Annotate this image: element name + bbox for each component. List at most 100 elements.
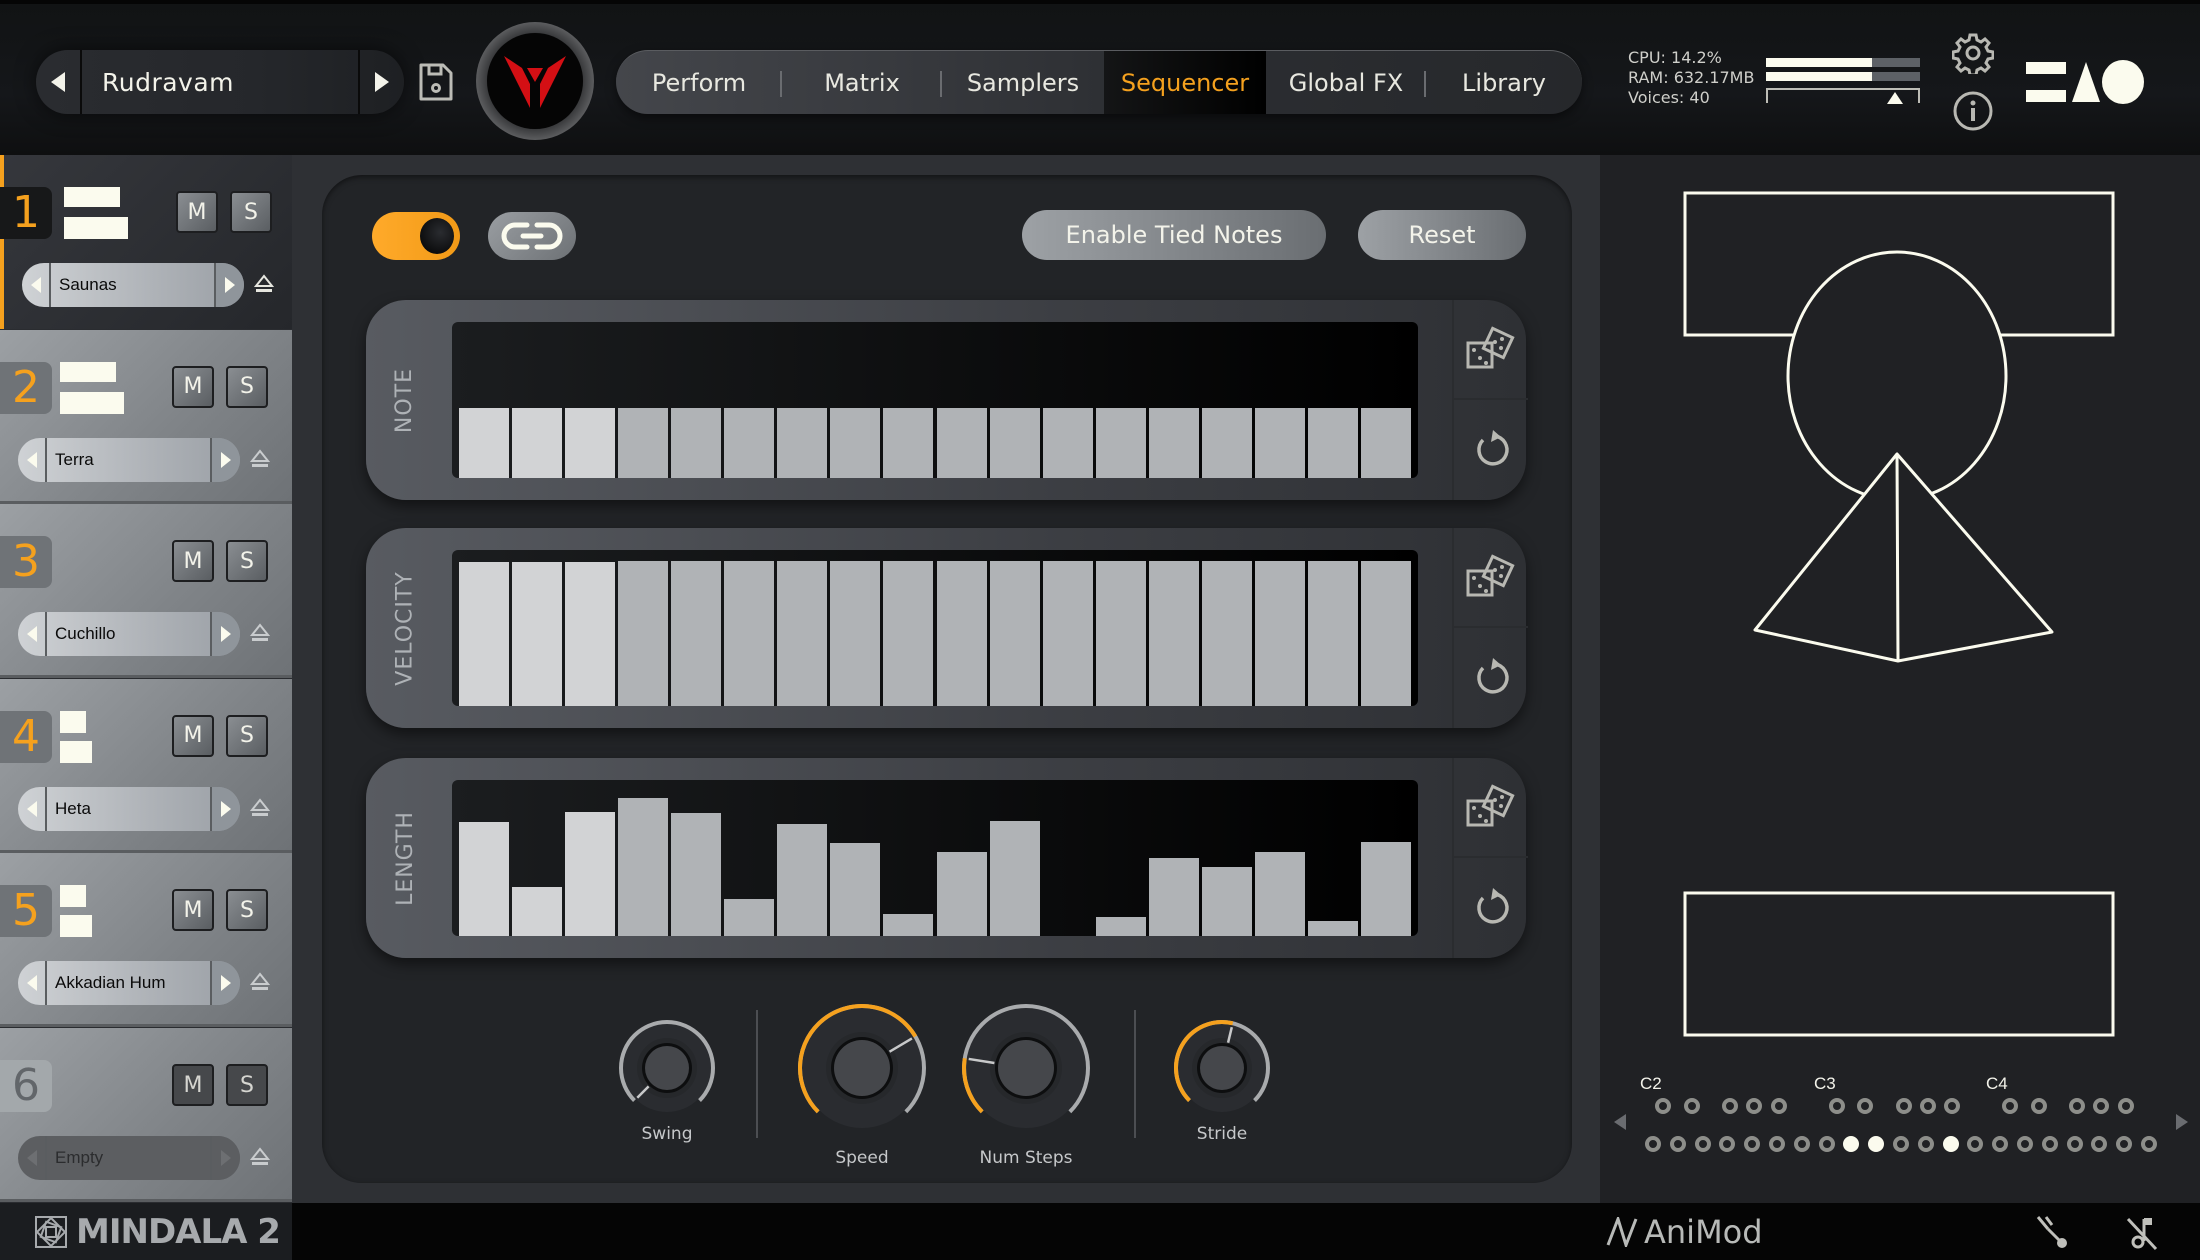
step-grid[interactable] bbox=[452, 780, 1418, 936]
step-bar[interactable] bbox=[618, 407, 669, 478]
reset-button[interactable]: Reset bbox=[1358, 210, 1526, 260]
step-bar[interactable] bbox=[1095, 916, 1146, 936]
step-bar[interactable] bbox=[512, 407, 563, 478]
tab-global-fx[interactable]: Global FX bbox=[1266, 51, 1426, 114]
step-bar[interactable] bbox=[777, 560, 828, 706]
eject-button[interactable] bbox=[249, 797, 271, 819]
white-key[interactable] bbox=[1694, 1136, 1711, 1152]
step-bar[interactable] bbox=[777, 823, 828, 936]
preset-prev-button[interactable] bbox=[36, 50, 82, 114]
solo-button[interactable]: S bbox=[226, 714, 268, 757]
step-bar[interactable] bbox=[936, 852, 987, 936]
mute-button[interactable]: M bbox=[172, 889, 214, 932]
step-bar[interactable] bbox=[1360, 841, 1411, 936]
step-bar[interactable] bbox=[459, 562, 510, 706]
mute-button[interactable]: M bbox=[172, 1064, 214, 1106]
white-key[interactable] bbox=[1645, 1136, 1661, 1152]
randomize-button[interactable] bbox=[1454, 300, 1528, 400]
sample-prev-button[interactable] bbox=[18, 786, 47, 831]
sample-prev-button[interactable] bbox=[22, 263, 51, 307]
preset-name[interactable]: Rudravam bbox=[82, 68, 358, 97]
step-grid[interactable] bbox=[452, 550, 1418, 706]
eject-button[interactable] bbox=[249, 971, 271, 993]
track-row-5[interactable]: 5 M S Akkadian Hum bbox=[0, 853, 292, 1028]
track-row-4[interactable]: 4 M S Heta bbox=[0, 678, 292, 853]
step-bar[interactable] bbox=[565, 562, 616, 706]
randomize-button[interactable] bbox=[1454, 758, 1528, 858]
step-bar[interactable] bbox=[1148, 407, 1199, 478]
step-bar[interactable] bbox=[1307, 407, 1358, 478]
white-key[interactable] bbox=[1942, 1136, 1959, 1152]
keyboard-octave-up-button[interactable] bbox=[2176, 1114, 2188, 1130]
step-bar[interactable] bbox=[1254, 560, 1305, 706]
solo-button[interactable]: S bbox=[226, 889, 268, 932]
tab-samplers[interactable]: Samplers bbox=[942, 51, 1104, 114]
step-grid[interactable] bbox=[452, 322, 1418, 478]
sample-next-button[interactable] bbox=[210, 961, 240, 1006]
black-key[interactable] bbox=[1828, 1098, 1845, 1114]
sample-next-button[interactable] bbox=[214, 263, 244, 307]
white-key[interactable] bbox=[2141, 1136, 2157, 1152]
mute-button[interactable]: M bbox=[176, 191, 218, 233]
link-button[interactable] bbox=[488, 212, 576, 260]
track-row-3[interactable]: 3 M S Cuchillo bbox=[0, 504, 292, 679]
note-off-button[interactable] bbox=[2124, 1215, 2160, 1251]
sample-name[interactable]: Terra bbox=[47, 450, 210, 470]
white-key[interactable] bbox=[2066, 1136, 2083, 1152]
step-bar[interactable] bbox=[936, 560, 987, 706]
step-bar[interactable] bbox=[671, 560, 722, 706]
step-bar[interactable] bbox=[1307, 560, 1358, 706]
track-row-2[interactable]: 2 M S Terra bbox=[0, 329, 292, 504]
step-bar[interactable] bbox=[618, 560, 669, 706]
solo-button[interactable]: S bbox=[226, 365, 268, 408]
step-bar[interactable] bbox=[1254, 407, 1305, 478]
sample-prev-button[interactable] bbox=[18, 612, 47, 657]
step-bar[interactable] bbox=[989, 407, 1040, 478]
mute-button[interactable]: M bbox=[172, 365, 214, 408]
tab-library[interactable]: Library bbox=[1426, 51, 1582, 114]
white-key[interactable] bbox=[1818, 1136, 1835, 1152]
step-bar[interactable] bbox=[777, 407, 828, 478]
tuning-button[interactable] bbox=[2034, 1215, 2070, 1251]
settings-button[interactable] bbox=[1951, 32, 1995, 77]
sample-next-button[interactable] bbox=[210, 437, 240, 482]
knob-speed[interactable]: Speed bbox=[790, 996, 934, 1180]
knob-swing[interactable]: Swing bbox=[611, 1012, 723, 1164]
knob-num-steps[interactable]: Num Steps bbox=[954, 996, 1098, 1180]
step-bar[interactable] bbox=[724, 407, 775, 478]
keyboard-octave-down-button[interactable] bbox=[1614, 1114, 1626, 1130]
eject-button[interactable] bbox=[253, 273, 275, 295]
info-button[interactable] bbox=[1952, 90, 1994, 132]
step-bar[interactable] bbox=[1254, 852, 1305, 936]
step-bar[interactable] bbox=[1148, 858, 1199, 936]
solo-button[interactable]: S bbox=[226, 1064, 268, 1106]
white-key[interactable] bbox=[1893, 1136, 1909, 1152]
step-bar[interactable] bbox=[1360, 407, 1411, 478]
sample-name[interactable]: Cuchillo bbox=[47, 624, 210, 644]
step-bar[interactable] bbox=[565, 407, 616, 478]
enable-tied-notes-button[interactable]: Enable Tied Notes bbox=[1022, 210, 1326, 260]
step-bar[interactable] bbox=[1360, 560, 1411, 706]
knob-stride[interactable]: Stride bbox=[1166, 1012, 1278, 1164]
step-bar[interactable] bbox=[459, 822, 510, 936]
black-key[interactable] bbox=[2030, 1098, 2047, 1114]
step-bar[interactable] bbox=[883, 560, 934, 706]
track-row-6[interactable]: 6 M S Empty bbox=[0, 1028, 292, 1202]
black-key[interactable] bbox=[2069, 1098, 2086, 1114]
step-bar[interactable] bbox=[883, 407, 934, 478]
step-bar[interactable] bbox=[1042, 560, 1093, 706]
step-bar[interactable] bbox=[671, 813, 722, 936]
white-key[interactable] bbox=[1669, 1136, 1686, 1152]
black-key[interactable] bbox=[1721, 1098, 1738, 1114]
white-key[interactable] bbox=[1917, 1136, 1934, 1152]
white-key[interactable] bbox=[2017, 1136, 2033, 1152]
sample-next-button[interactable] bbox=[210, 612, 240, 657]
step-bar[interactable] bbox=[724, 560, 775, 706]
black-key[interactable] bbox=[2117, 1098, 2134, 1114]
mute-button[interactable]: M bbox=[172, 540, 214, 583]
solo-button[interactable]: S bbox=[226, 540, 268, 583]
step-bar[interactable] bbox=[830, 560, 881, 706]
step-bar[interactable] bbox=[459, 407, 510, 478]
preset-next-button[interactable] bbox=[358, 50, 404, 114]
step-bar[interactable] bbox=[1148, 560, 1199, 706]
